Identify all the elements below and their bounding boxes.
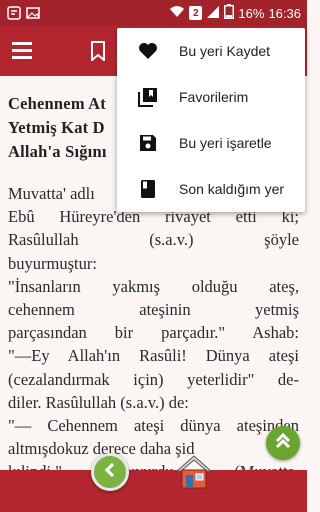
bookmark-icon[interactable] bbox=[90, 41, 106, 66]
home-button[interactable] bbox=[174, 452, 214, 492]
menu-item-last-place[interactable]: Son kaldığım yer bbox=[117, 166, 305, 212]
body-line: altmışdokuz derece daha şid bbox=[8, 439, 195, 459]
menu-item-label: Bu yeri Kaydet bbox=[179, 43, 271, 59]
menu-item-label: Son kaldığım yer bbox=[179, 181, 285, 197]
library-icon bbox=[137, 86, 159, 108]
menu-icon[interactable] bbox=[12, 42, 32, 59]
image-icon bbox=[25, 4, 41, 22]
clock: 16:36 bbox=[268, 5, 301, 21]
body-line: buyurmuştur: bbox=[8, 253, 97, 273]
save-icon bbox=[137, 132, 159, 154]
menu-item-label: Bu yeri işaretle bbox=[179, 135, 272, 151]
book-icon bbox=[137, 178, 159, 200]
battery-icon bbox=[224, 4, 235, 22]
body-line: Rasûlullah (s.a.v.) şöyle bbox=[8, 230, 299, 250]
body-line: "İnsanların yakmış olduğu ateş, bbox=[8, 276, 299, 296]
notification-icon bbox=[6, 4, 22, 22]
body-line: "—Ey Allah'ın Rasûli! Dünya ateşi bbox=[8, 346, 299, 366]
body-line: parçasından bir parçadır." Ashab: bbox=[8, 323, 299, 343]
status-bar: 2 16% 16:36 bbox=[0, 0, 307, 26]
signal-icon bbox=[206, 5, 220, 22]
scroll-up-icon bbox=[274, 432, 292, 455]
wifi-icon bbox=[169, 5, 185, 21]
body-line: "— Cehennem ateşi dünya ateşinden bbox=[8, 416, 299, 436]
menu-item-favorites[interactable]: Favorilerim bbox=[117, 74, 305, 120]
status-left-icons bbox=[6, 4, 41, 22]
home-icon bbox=[175, 455, 213, 489]
sim-badge: 2 bbox=[189, 6, 203, 20]
heart-icon bbox=[137, 40, 159, 62]
overflow-menu: Bu yeri Kaydet Favorilerim Bu yeri işare… bbox=[117, 28, 305, 212]
menu-item-save-place[interactable]: Bu yeri Kaydet bbox=[117, 28, 305, 74]
menu-item-label: Favorilerim bbox=[179, 89, 249, 105]
back-button[interactable] bbox=[91, 453, 129, 491]
menu-item-mark-place[interactable]: Bu yeri işaretle bbox=[117, 120, 305, 166]
back-icon bbox=[102, 462, 118, 483]
scroll-up-button[interactable] bbox=[266, 426, 300, 460]
bottom-bar bbox=[0, 470, 307, 512]
status-right: 2 16% 16:36 bbox=[169, 4, 301, 22]
body-line: cehennem ateşinin yetmiş bbox=[8, 300, 299, 320]
body-line: diler. Rasûlullah (s.a.v.) de: bbox=[8, 392, 189, 412]
body-line: (cezalandırmak için) yeterlidir" de- bbox=[8, 369, 299, 389]
article-body: Muvatta' adlı Ebû Hüreyre'den rivayet et… bbox=[8, 182, 299, 484]
battery-percent: 16% bbox=[238, 5, 265, 21]
